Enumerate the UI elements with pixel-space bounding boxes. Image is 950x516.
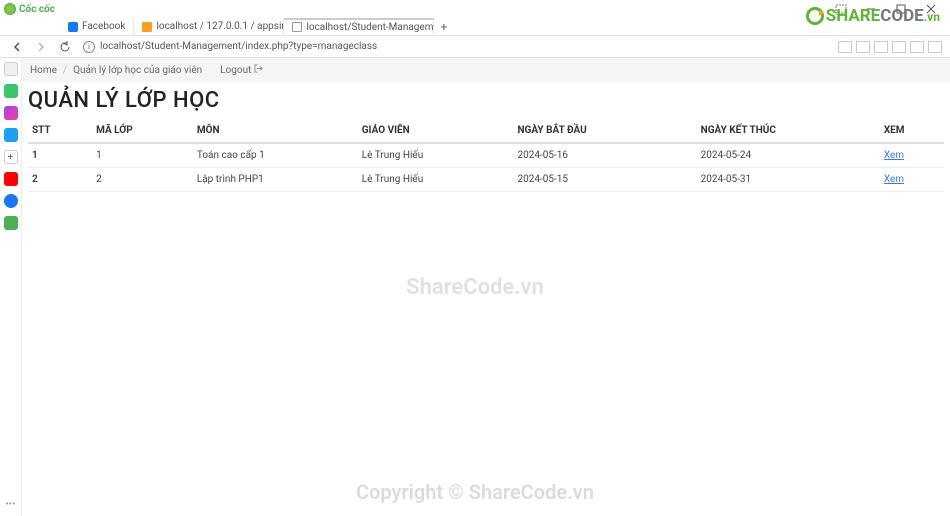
nav-forward-button[interactable]	[32, 38, 50, 56]
th-start: NGÀY BẮT ĐẦU	[513, 119, 696, 143]
address-bar: i localhost/Student-Management/index.php…	[0, 36, 950, 58]
page-content: Home / Quản lý lớp học của giáo viên Log…	[22, 58, 950, 192]
messenger-icon[interactable]	[4, 106, 18, 120]
extension-icon[interactable]	[838, 41, 852, 53]
cell-end: 2024-05-24	[697, 143, 880, 168]
cell-stt: 2	[28, 168, 92, 192]
new-tab-button[interactable]: +	[434, 20, 453, 34]
add-app-icon[interactable]: +	[4, 150, 18, 164]
cell-gv: Lê Trung Hiếu	[358, 168, 514, 192]
extension-icon[interactable]	[928, 41, 942, 53]
logout-label: Logout	[220, 65, 251, 76]
chat-icon[interactable]	[4, 84, 18, 98]
class-table: STT MÃ LỚP MÔN GIÁO VIÊN NGÀY BẮT ĐẦU NG…	[28, 119, 944, 192]
watermark-center: ShareCode.vn	[0, 275, 950, 300]
logout-icon	[254, 64, 263, 76]
cell-malop: 2	[92, 168, 193, 192]
extension-icon[interactable]	[856, 41, 870, 53]
breadcrumb: Home / Quản lý lớp học của giáo viên Log…	[22, 58, 950, 82]
page-icon	[292, 22, 302, 32]
view-link[interactable]: Xem	[884, 150, 904, 161]
youtube-icon[interactable]	[4, 172, 18, 186]
twitter-icon[interactable]	[4, 128, 18, 142]
th-stt: STT	[28, 119, 92, 143]
cell-mon: Lập trình PHP1	[193, 168, 358, 192]
sharecode-logo-icon	[806, 7, 824, 25]
tab-facebook[interactable]: Facebook	[60, 18, 134, 35]
cell-malop: 1	[92, 143, 193, 168]
cell-start: 2024-05-15	[513, 168, 696, 192]
th-mon: MÔN	[193, 119, 358, 143]
breadcrumb-page: Quản lý lớp học của giáo viên	[73, 65, 202, 76]
nav-back-button[interactable]	[8, 38, 26, 56]
coccoc-logo-icon	[4, 3, 16, 15]
browser-sidebar: + •••	[0, 58, 22, 516]
cell-start: 2024-05-16	[513, 143, 696, 168]
cell-stt: 1	[28, 143, 92, 168]
extension-icon[interactable]	[874, 41, 888, 53]
history-icon[interactable]	[4, 62, 18, 76]
cell-mon: Toán cao cấp 1	[193, 143, 358, 168]
facebook-icon	[68, 22, 78, 32]
breadcrumb-sep: /	[63, 65, 67, 76]
table-row: 1 1 Toán cao cấp 1 Lê Trung Hiếu 2024-05…	[28, 143, 944, 168]
app-name: Cốc cốc	[19, 4, 55, 15]
site-info-icon[interactable]: i	[83, 41, 95, 53]
tab-label: localhost/Student-Managem	[306, 22, 433, 33]
view-link[interactable]: Xem	[884, 174, 904, 185]
tab-phpmyadmin[interactable]: localhost / 127.0.0.1 / appsinhvie	[134, 18, 284, 35]
nav-reload-button[interactable]	[56, 38, 74, 56]
extension-icon[interactable]	[910, 41, 924, 53]
th-gv: GIÁO VIÊN	[358, 119, 514, 143]
tab-label: Facebook	[82, 21, 125, 32]
th-end: NGÀY KẾT THÚC	[697, 119, 880, 143]
tab-label: localhost / 127.0.0.1 / appsinhvie	[156, 21, 284, 32]
facebook-sidebar-icon[interactable]	[4, 194, 18, 208]
app-icon[interactable]	[4, 216, 18, 230]
logout-link[interactable]: Logout	[220, 64, 263, 76]
sharecode-logo: SHARECODE.vn	[806, 6, 940, 26]
th-malop: MÃ LỚP	[92, 119, 193, 143]
table-row: 2 2 Lập trình PHP1 Lê Trung Hiếu 2024-05…	[28, 168, 944, 192]
breadcrumb-home[interactable]: Home	[30, 65, 57, 76]
th-xem: XEM	[880, 119, 944, 143]
watermark-copyright: Copyright © ShareCode.vn	[0, 480, 950, 504]
phpmyadmin-icon	[142, 22, 152, 32]
addr-actions	[838, 41, 942, 53]
sidebar-more-icon[interactable]: •••	[0, 499, 21, 510]
cell-end: 2024-05-31	[697, 168, 880, 192]
tab-localhost-active[interactable]: localhost/Student-Managem ×	[284, 18, 434, 35]
url-field[interactable]: i localhost/Student-Management/index.php…	[80, 41, 832, 53]
cell-gv: Lê Trung Hiếu	[358, 143, 514, 168]
page-title: QUẢN LÝ LỚP HỌC	[28, 88, 944, 113]
url-text: localhost/Student-Management/index.php?t…	[100, 41, 377, 52]
extension-icon[interactable]	[892, 41, 906, 53]
